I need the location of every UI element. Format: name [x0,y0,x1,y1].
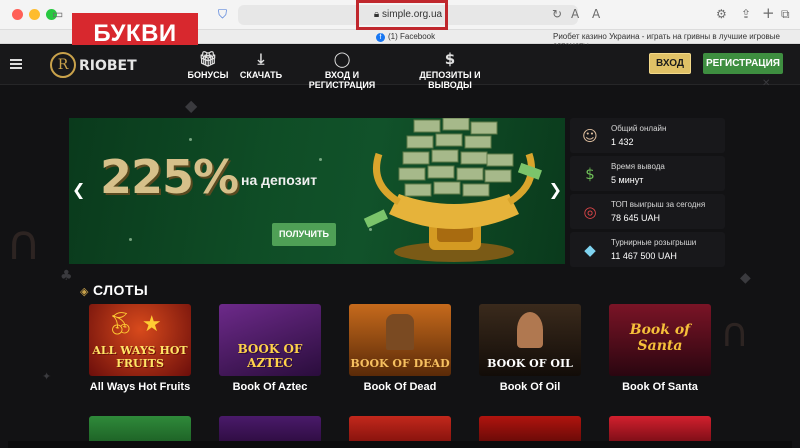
logo-text[interactable]: RIOBET [79,58,137,74]
star-deco-icon: ✦ [42,370,52,383]
game-name[interactable]: Book Of Dead [340,381,460,394]
horseshoe-deco-icon: ∩ [6,215,42,271]
money-bag-icon: $ [585,165,595,183]
user-icon: ◯ [333,50,351,68]
diamond-icon: ◆ [584,241,596,259]
diamond-deco-icon: ◆ [185,96,198,115]
stat-top-win: ◎ ТОП выигрыш за сегодня 78 645 UAH [570,194,725,229]
stats-panel: ☺ Общий онлайн 1 432 $ Время вывода 5 ми… [570,118,725,267]
new-tab-icon[interactable]: + [762,4,775,22]
menu-icon[interactable] [10,59,22,71]
slots-section-title: ◈ СЛОТЫ [80,282,148,298]
game-name[interactable]: All Ways Hot Fruits [80,381,200,394]
game-card-book-of-santa[interactable]: Book of Santa [609,304,711,376]
game-card-book-of-dead[interactable]: BOOK OF DEAD [349,304,451,376]
stat-value: 11 467 500 UAH [611,251,677,261]
game-thumbnail: BOOK OF DEAD [349,304,451,376]
stat-label: Время вывода [611,162,665,171]
get-bonus-button[interactable]: ПОЛУЧИТЬ [272,223,336,246]
game-art-text: BOOK OF AZTEC [237,342,303,370]
stat-label: ТОП выигрыш за сегодня [611,200,706,209]
banner-prev-arrow-icon[interactable]: ❮ [72,180,85,199]
promo-percent: 225% [100,150,239,204]
close-deco-icon: ✕ [762,78,771,89]
dollar-icon: $ [444,50,456,68]
section-title-text: СЛОТЫ [92,282,149,298]
page-bottom-edge [8,441,792,448]
sidebar-toggle-icon[interactable]: ▭ [52,7,63,21]
game-card-all-ways-hot-fruits[interactable]: 🍒︎ ★ ALL WAYS HOT FRUITS [89,304,191,376]
game-card-book-of-aztec[interactable]: BOOK OF AZTEC [219,304,321,376]
register-button[interactable]: РЕГИСТРАЦИЯ [703,53,783,74]
nav-label: ДЕПОЗИТЫ И ВЫВОДЫ [419,70,481,90]
translate-icon[interactable]: A [571,7,579,21]
stat-label: Общий онлайн [611,124,667,133]
reload-icon[interactable]: ↻ [552,7,562,21]
nav-deposits[interactable]: $ ДЕПОЗИТЫ И ВЫВОДЫ [402,50,498,90]
stat-label: Турнирные розыгрыши [611,238,697,247]
club-deco-icon: ♣ [60,268,73,284]
game-name[interactable]: Book Of Oil [470,381,590,394]
promo-subtitle: на депозит [241,172,318,188]
game-name[interactable]: Book Of Aztec [210,381,330,394]
dealer-icon: ☺ [582,127,598,145]
riobet-logo-icon[interactable]: R [50,52,76,78]
game-thumbnail: BOOK OF OIL [479,304,581,376]
game-art-text: ALL WAYS HOT FRUITS [92,344,188,370]
stat-withdrawal: $ Время вывода 5 минут [570,156,725,191]
promo-banner[interactable]: ❮ 225% на депозит ПОЛУЧИТЬ ❯ [69,118,565,264]
game-thumbnail: 🍒︎ ★ ALL WAYS HOT FRUITS [89,304,191,376]
game-card-book-of-oil[interactable]: BOOK OF OIL [479,304,581,376]
stat-value: 1 432 [611,137,634,147]
settings-icon[interactable]: ⚙ [716,7,727,21]
shield-icon[interactable]: ⛉ [218,7,227,22]
download-icon: ⤓ [257,50,265,68]
tab-facebook[interactable]: f (1) Facebook [376,32,435,42]
horseshoe-deco-icon: ∩ [720,310,750,356]
nav-label: БОНУСЫ [187,70,229,80]
slots-icon: ◈ [80,285,89,298]
login-button[interactable]: ВХОД [649,53,691,74]
stat-online: ☺ Общий онлайн 1 432 [570,118,725,153]
nav-bonuses[interactable]: 🎁︎ БОНУСЫ [187,50,229,80]
close-window-button[interactable] [12,9,23,20]
banner-next-arrow-icon[interactable]: ❯ [549,180,562,199]
game-name[interactable]: Book Of Santa [600,381,720,394]
nav-label: ВХОД И РЕГИСТРАЦИЯ [308,70,376,90]
tab-overview-icon[interactable]: ⧉ [781,7,790,22]
game-thumbnail: Book of Santa [609,304,711,376]
gift-icon: 🎁︎ [198,50,218,68]
game-thumbnail: BOOK OF AZTEC [219,304,321,376]
stat-value: 78 645 UAH [611,213,661,223]
game-art-text: BOOK OF OIL [487,357,573,370]
window-controls [12,9,57,20]
stat-tournaments: ◆ Турнирные розыгрыши 11 467 500 UAH [570,232,725,267]
nav-download[interactable]: ⤓ СКАЧАТЬ [238,50,284,80]
stat-value: 5 минут [611,175,644,185]
money-trophy-illustration [363,118,542,262]
character-figure [517,312,543,348]
tab-label: (1) Facebook [388,32,436,41]
explorer-figure [386,314,414,350]
minimize-window-button[interactable] [29,9,40,20]
share-icon[interactable]: ⇪ [741,7,751,21]
game-art-text: BOOK OF DEAD [350,357,450,370]
facebook-icon: f [376,33,385,42]
nav-label: СКАЧАТЬ [239,70,283,80]
reader-icon[interactable]: A [592,7,600,21]
nav-login-register[interactable]: ◯ ВХОД И РЕГИСТРАЦИЯ [295,50,389,90]
diamond-deco-icon: ◆ [740,270,751,286]
target-icon: ◎ [583,203,597,221]
fruit-icon: 🍒︎ ★ [107,312,162,337]
site-header: R RIOBET 🎁︎ БОНУСЫ ⤓ СКАЧАТЬ ◯ ВХОД И РЕ… [0,45,800,90]
game-art-text: Book of Santa [629,322,691,354]
url-highlight-frame [356,0,448,30]
